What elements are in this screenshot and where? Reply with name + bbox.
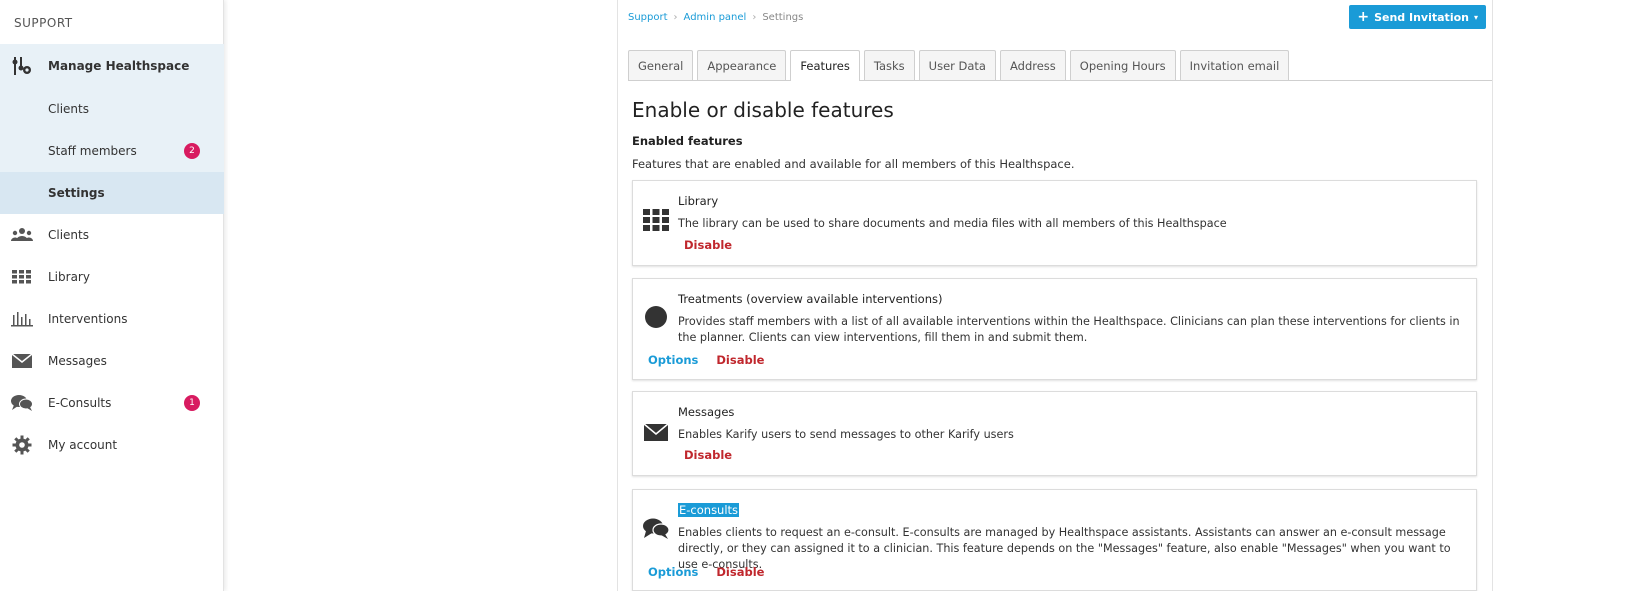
sidebar-item-label: My account [48,438,118,452]
feature-description: Provides staff members with a list of al… [678,315,1460,344]
tab-features[interactable]: Features [790,50,860,81]
feature-description: The library can be used to share documen… [678,217,1227,230]
envelope-icon [643,419,669,445]
sidebar-item-label: Messages [48,354,107,368]
breadcrumb-support[interactable]: Support [628,12,668,23]
sidebar-header: SUPPORT [14,16,73,30]
sidebar-item-library[interactable]: Library [0,256,224,298]
breadcrumb: Support › Admin panel › Settings [628,12,803,23]
feature-title: Treatments (overview available intervent… [678,292,943,306]
tab-address[interactable]: Address [999,50,1066,80]
disable-messages-button[interactable]: Disable [684,448,732,462]
interventions-icon [10,307,34,331]
sidebar-item-interventions[interactable]: Interventions [0,298,224,340]
plus-icon: + [1357,9,1370,25]
sidebar-item-clients[interactable]: Clients [0,214,224,256]
tab-tasks[interactable]: Tasks [863,50,915,80]
feature-card-treatments: Treatments (overview available intervent… [632,278,1477,380]
breadcrumb-current: Settings [762,12,804,23]
tab-invitation-email[interactable]: Invitation email [1179,50,1290,80]
sidebar-item-manage-clients[interactable]: Clients [0,88,224,130]
manage-icon [10,54,34,78]
page-title: Enable or disable features [632,98,894,122]
chevron-right-icon: › [673,12,678,23]
e-consults-options-button[interactable]: Options [648,565,698,579]
sidebar-item-label: Interventions [48,312,128,326]
disable-e-consults-button[interactable]: Disable [716,565,764,579]
caret-down-icon: ▾ [1473,12,1478,22]
selected-text: E-consults [678,503,740,517]
feature-title: Messages [678,405,735,419]
settings-tabs: General Appearance Features Tasks User D… [628,50,1492,81]
sidebar-item-e-consults[interactable]: E-Consults 1 [0,382,224,424]
tab-appearance[interactable]: Appearance [697,50,787,80]
tab-general[interactable]: General [628,50,694,80]
section-description: Features that are enabled and available … [632,157,1075,171]
sidebar-item-label: Library [48,270,90,284]
chat-icon [643,516,669,542]
treatments-options-button[interactable]: Options [648,353,698,367]
feature-title: Library [678,194,719,208]
sidebar-item-manage-healthspace[interactable]: Manage Healthspace [0,44,224,88]
envelope-icon [10,349,34,373]
staff-count-badge: 2 [184,143,200,159]
gear-icon [10,433,34,457]
send-invitation-label: Send Invitation [1374,10,1469,24]
library-icon [643,207,669,233]
sidebar-item-messages[interactable]: Messages [0,340,224,382]
feature-description: Enables Karify users to send messages to… [678,428,1014,441]
sidebar-item-label: Manage Healthspace [48,59,190,73]
section-title: Enabled features [632,134,743,148]
sidebar: SUPPORT Manage Healthspace Clients Staff… [0,0,224,591]
sidebar-item-label: Staff members [48,144,137,158]
feature-card-e-consults: E-consults Enables clients to request an… [632,489,1477,591]
feature-card-library: Library The library can be used to share… [632,180,1477,266]
sidebar-item-label: Clients [48,102,89,116]
chat-icon [10,391,34,415]
feature-description: Enables clients to request an e-consult.… [678,526,1451,571]
sidebar-item-staff-members[interactable]: Staff members 2 [0,130,224,172]
feature-card-messages: Messages Enables Karify users to send me… [632,391,1477,476]
breadcrumb-admin-panel[interactable]: Admin panel [684,12,747,23]
disable-library-button[interactable]: Disable [684,238,732,252]
sidebar-item-my-account[interactable]: My account [0,424,224,466]
sidebar-item-label: Settings [48,186,105,200]
tab-opening-hours[interactable]: Opening Hours [1069,50,1176,80]
disable-treatments-button[interactable]: Disable [716,353,764,367]
sidebar-item-settings[interactable]: Settings [0,172,224,214]
circle-icon [643,304,669,330]
clients-icon [10,223,34,247]
feature-title: E-consults [678,503,740,517]
sidebar-item-label: E-Consults [48,396,112,410]
library-icon [10,265,34,289]
sidebar-item-label: Clients [48,228,89,242]
e-consults-count-badge: 1 [184,395,200,411]
send-invitation-button[interactable]: + Send Invitation ▾ [1349,5,1486,29]
tab-user-data[interactable]: User Data [918,50,996,80]
settings-panel: Support › Admin panel › Settings + Send … [617,0,1493,591]
chevron-right-icon: › [752,12,757,23]
